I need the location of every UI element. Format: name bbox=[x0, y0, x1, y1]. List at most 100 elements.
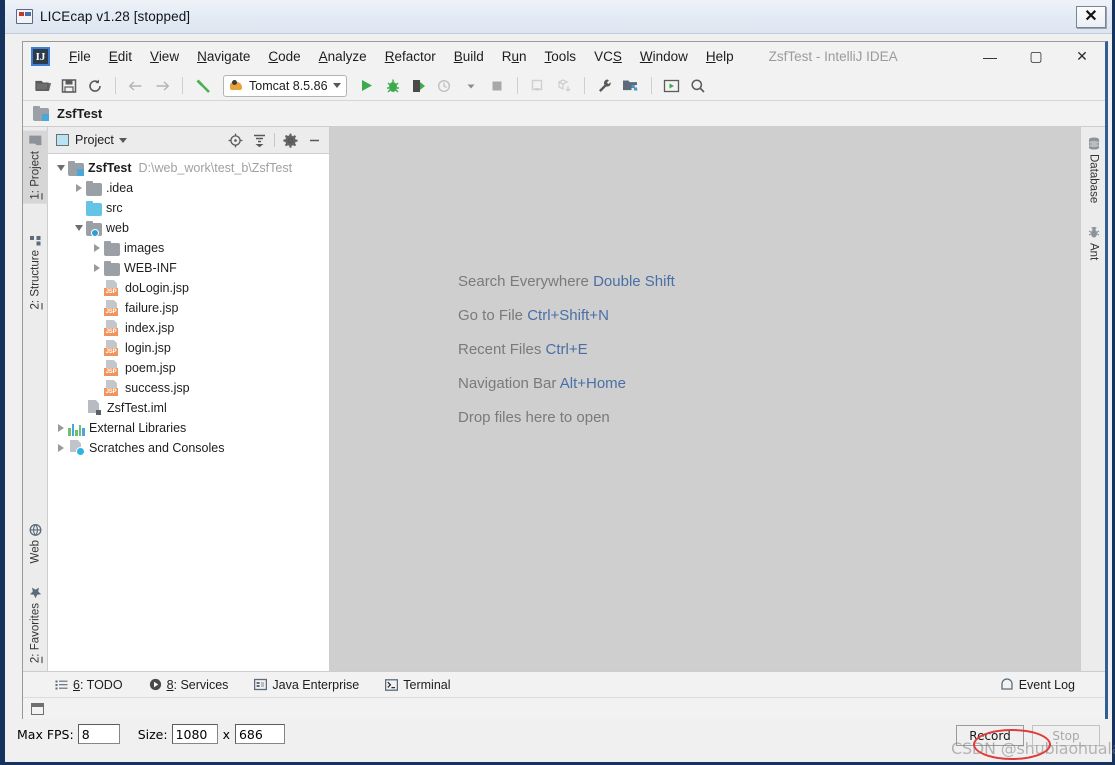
chevron-down-icon[interactable] bbox=[459, 74, 483, 98]
menu-navigate[interactable]: Navigate bbox=[188, 46, 259, 67]
maximize-button[interactable]: ▢ bbox=[1013, 42, 1059, 71]
profiler-icon[interactable] bbox=[433, 74, 457, 98]
tree-row[interactable]: JSP index.jsp bbox=[48, 318, 329, 338]
sidebar-item-database[interactable]: Database bbox=[1081, 133, 1105, 207]
tree-row[interactable]: JSP login.jsp bbox=[48, 338, 329, 358]
menu-help[interactable]: Help bbox=[697, 46, 743, 67]
arrow-left-icon[interactable] bbox=[124, 74, 148, 98]
run-with-coverage-icon[interactable] bbox=[407, 74, 431, 98]
editor-area[interactable]: Search Everywhere Double Shift Go to Fil… bbox=[330, 127, 1080, 671]
menu-run[interactable]: Run bbox=[493, 46, 536, 67]
sidebar-item-web[interactable]: Web bbox=[23, 519, 48, 567]
tree-label: ZsfTest bbox=[88, 161, 132, 175]
menu-vcs[interactable]: VCS bbox=[585, 46, 631, 67]
stop-icon[interactable] bbox=[485, 74, 509, 98]
hammer-icon[interactable] bbox=[191, 74, 215, 98]
todo-icon bbox=[55, 679, 68, 691]
menu-refactor[interactable]: Refactor bbox=[376, 46, 445, 67]
menu-window[interactable]: Window bbox=[631, 46, 697, 67]
save-icon[interactable] bbox=[57, 74, 81, 98]
chevron-collapsed-icon[interactable] bbox=[90, 258, 104, 278]
licecap-settings: Max FPS: 8 Size: 1080 x 686 bbox=[17, 724, 285, 744]
sidebar-item-ant[interactable]: Ant bbox=[1081, 222, 1105, 264]
breadcrumb-zsftest[interactable]: ZsfTest bbox=[57, 106, 102, 121]
memory-indicator-icon[interactable] bbox=[31, 702, 44, 715]
sidebar-item-favorites-label: 2: Favorites bbox=[29, 602, 42, 663]
tree-row[interactable]: Scratches and Consoles bbox=[48, 438, 329, 458]
tree-row[interactable]: JSP failure.jsp bbox=[48, 298, 329, 318]
tree-row[interactable]: WEB-INF bbox=[48, 258, 329, 278]
sidebar-item-project[interactable]: 1: Project bbox=[23, 131, 48, 204]
project-tree[interactable]: ZsfTest D:\web_work\test_b\ZsfTest .idea… bbox=[48, 154, 329, 671]
run-configuration-selector[interactable]: Tomcat 8.5.86 bbox=[223, 74, 347, 97]
chevron-expanded-icon[interactable] bbox=[72, 218, 86, 238]
hint-label: Drop files here to open bbox=[458, 409, 610, 426]
deploy-icon[interactable] bbox=[552, 74, 576, 98]
select-in-icon[interactable] bbox=[660, 74, 684, 98]
statusbar-item-java-enterprise[interactable]: Java Enterprise bbox=[254, 678, 359, 692]
tree-row[interactable]: JSP poem.jsp bbox=[48, 358, 329, 378]
statusbar-item-event-log[interactable]: Event Log bbox=[1001, 678, 1075, 692]
tree-row[interactable]: ZsfTest D:\web_work\test_b\ZsfTest bbox=[48, 158, 329, 178]
chevron-collapsed-icon[interactable] bbox=[72, 178, 86, 198]
toolbar-separator bbox=[115, 77, 116, 94]
record-button[interactable]: Record bbox=[956, 725, 1024, 746]
licecap-close-button[interactable]: ✕ bbox=[1076, 6, 1106, 28]
tree-row[interactable]: JSP doLogin.jsp bbox=[48, 278, 329, 298]
close-button[interactable]: ✕ bbox=[1059, 42, 1105, 71]
sync-icon[interactable] bbox=[83, 74, 107, 98]
menu-code[interactable]: Code bbox=[259, 46, 309, 67]
chevron-collapsed-icon[interactable] bbox=[90, 238, 104, 258]
menu-analyze[interactable]: Analyze bbox=[310, 46, 376, 67]
run-config-label: Tomcat 8.5.86 bbox=[249, 78, 328, 93]
chevron-collapsed-icon[interactable] bbox=[54, 418, 68, 438]
menu-view[interactable]: View bbox=[141, 46, 188, 67]
hide-icon[interactable] bbox=[305, 131, 323, 149]
favorites-star-icon bbox=[29, 586, 42, 599]
statusbar-item-services[interactable]: 8: Services bbox=[149, 678, 228, 692]
open-folder-icon[interactable] bbox=[31, 74, 55, 98]
menu-file[interactable]: File bbox=[60, 46, 100, 67]
tree-row[interactable]: JSP success.jsp bbox=[48, 378, 329, 398]
tree-row[interactable]: ZsfTest.iml bbox=[48, 398, 329, 418]
tree-label: login.jsp bbox=[125, 341, 171, 355]
wrench-icon[interactable] bbox=[593, 74, 617, 98]
max-fps-input[interactable]: 8 bbox=[77, 724, 120, 744]
collapse-all-icon[interactable] bbox=[250, 131, 268, 149]
status-bar: 6: TODO 8: Services Java Enterprise Term… bbox=[23, 671, 1105, 697]
update-running-application-icon[interactable] bbox=[526, 74, 550, 98]
empty-editor-hints: Search Everywhere Double Shift Go to Fil… bbox=[458, 273, 675, 426]
tree-row[interactable]: src bbox=[48, 198, 329, 218]
menu-build[interactable]: Build bbox=[445, 46, 493, 67]
statusbar-item-todo[interactable]: 6: TODO bbox=[55, 678, 123, 692]
tree-row[interactable]: .idea bbox=[48, 178, 329, 198]
gear-icon[interactable] bbox=[281, 131, 299, 149]
window-title: ZsfTest - IntelliJ IDEA bbox=[768, 49, 898, 64]
menu-tools[interactable]: Tools bbox=[536, 46, 586, 67]
locate-icon[interactable] bbox=[226, 131, 244, 149]
size-height-input[interactable]: 686 bbox=[234, 724, 285, 744]
arrow-right-icon[interactable] bbox=[150, 74, 174, 98]
tree-row[interactable]: External Libraries bbox=[48, 418, 329, 438]
menu-edit[interactable]: Edit bbox=[100, 46, 141, 67]
search-everywhere-icon[interactable] bbox=[686, 74, 710, 98]
database-icon bbox=[1088, 137, 1100, 150]
run-icon[interactable] bbox=[355, 74, 379, 98]
project-window-header: Project bbox=[48, 127, 329, 154]
project-structure-icon[interactable] bbox=[619, 74, 643, 98]
sidebar-item-structure[interactable]: 2: Structure bbox=[23, 230, 48, 313]
tree-row[interactable]: images bbox=[48, 238, 329, 258]
chevron-expanded-icon[interactable] bbox=[54, 158, 68, 178]
statusbar-item-terminal[interactable]: Terminal bbox=[385, 678, 451, 692]
debug-icon[interactable] bbox=[381, 74, 405, 98]
sidebar-item-favorites[interactable]: 2: Favorites bbox=[23, 582, 48, 667]
jsp-file-icon: JSP bbox=[104, 300, 121, 316]
minimize-button[interactable]: — bbox=[967, 42, 1013, 71]
chevron-collapsed-icon[interactable] bbox=[54, 438, 68, 458]
stop-button[interactable]: Stop bbox=[1032, 725, 1100, 746]
chevron-down-icon[interactable] bbox=[118, 137, 127, 143]
window-controls: — ▢ ✕ bbox=[967, 42, 1105, 71]
size-width-input[interactable]: 1080 bbox=[171, 724, 218, 744]
tree-row[interactable]: web bbox=[48, 218, 329, 238]
